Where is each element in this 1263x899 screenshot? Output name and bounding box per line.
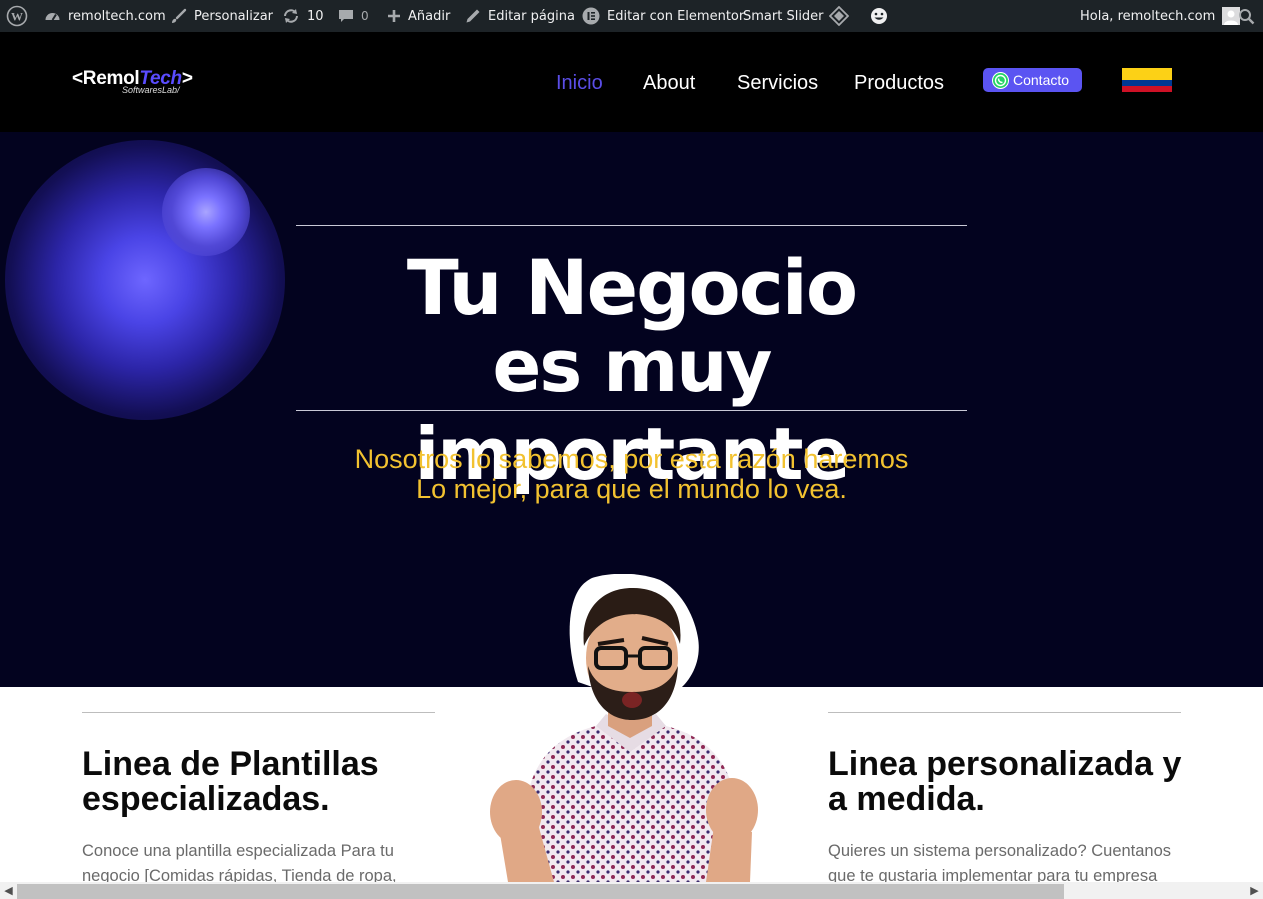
plus-icon — [387, 9, 401, 23]
right-column-divider — [828, 712, 1181, 713]
comment-icon — [338, 8, 354, 24]
right-title-line1: Linea personalizada y — [828, 745, 1182, 783]
comments-menu[interactable]: 0 — [338, 0, 369, 32]
horizontal-scrollbar[interactable]: ◀ ▶ — [0, 882, 1263, 899]
svg-text:W: W — [11, 10, 23, 24]
remoltech-logo[interactable]: <RemolTech> SoftwaresLab/ — [72, 68, 204, 98]
hero-divider-bottom — [296, 410, 967, 411]
wordpress-logo-icon[interactable]: W — [6, 0, 28, 32]
flag-stripe-yellow — [1122, 68, 1172, 80]
customize-label: Personalizar — [194, 8, 274, 24]
add-new-menu[interactable]: Añadir — [387, 0, 450, 32]
left-text-line2: negocio [Comidas rápidas, Tienda de ropa… — [82, 867, 397, 882]
dashboard-icon — [44, 8, 61, 25]
hero-divider-top — [296, 225, 967, 226]
flag-stripe-blue — [1122, 80, 1172, 86]
left-column-title: Linea de Plantillas especializadas. — [82, 747, 379, 817]
contact-label: Contacto — [1013, 72, 1070, 88]
hero-title-line1: Tu Negocio — [406, 243, 858, 332]
search-icon[interactable] — [1238, 0, 1255, 32]
elementor-icon — [582, 7, 600, 25]
flag-stripe-red — [1122, 86, 1172, 92]
updates-menu[interactable]: 10 — [282, 0, 324, 32]
nav-link-inicio[interactable]: Inicio — [556, 72, 603, 95]
hero-person-image — [480, 573, 780, 882]
brush-icon — [170, 8, 187, 25]
edit-page-menu[interactable]: Editar página — [465, 0, 575, 32]
wp-admin-bar: W remoltech.com Personalizar 10 0 Añadir — [0, 0, 1263, 32]
customize-menu[interactable]: Personalizar — [170, 0, 273, 32]
nav-link-productos[interactable]: Productos — [854, 72, 944, 95]
site-header: <RemolTech> SoftwaresLab/ Inicio About S… — [0, 32, 1263, 132]
decorative-orb-small — [162, 168, 250, 256]
site-name-menu[interactable]: remoltech.com — [44, 0, 166, 32]
right-title-line2: a medida. — [828, 780, 985, 818]
hero-subtitle-line2: Lo mejor, para que el mundo lo vea. — [416, 474, 847, 504]
edit-elementor-menu[interactable]: Editar con Elementor — [582, 0, 744, 32]
pencil-icon — [465, 8, 481, 24]
right-text-line1: Quieres un sistema personalizado? Cuenta… — [828, 842, 1172, 860]
updates-icon — [282, 7, 300, 25]
left-column-divider — [82, 712, 435, 713]
whatsapp-icon — [992, 71, 1009, 89]
face-plugin-icon[interactable] — [870, 0, 888, 32]
decorative-orb-large — [5, 140, 285, 420]
colombia-flag-icon[interactable] — [1122, 68, 1172, 92]
scroll-right-arrow-icon[interactable]: ▶ — [1246, 882, 1263, 899]
nav-link-about[interactable]: About — [643, 72, 695, 95]
edit-elementor-label: Editar con Elementor — [607, 8, 745, 24]
right-column-title: Linea personalizada y a medida. — [828, 747, 1181, 817]
logo-subtitle: SoftwaresLab/ — [122, 85, 180, 95]
site-name-label: remoltech.com — [68, 8, 166, 24]
smart-slider-label: Smart Slider — [743, 8, 824, 24]
left-text-line1: Conoce una plantilla especializada Para … — [82, 842, 394, 860]
nav-link-servicios[interactable]: Servicios — [737, 72, 818, 95]
scroll-left-arrow-icon[interactable]: ◀ — [0, 882, 17, 899]
my-account-menu[interactable]: Hola, remoltech.com — [1080, 0, 1241, 32]
left-title-line2: especializadas. — [82, 780, 330, 818]
scrollbar-thumb[interactable] — [17, 884, 1064, 899]
logo-text-close: > — [181, 68, 193, 89]
edit-page-label: Editar página — [488, 8, 575, 24]
contact-button[interactable]: Contacto — [983, 68, 1082, 92]
hero-subtitle-line1: Nosotros lo sabemos, por esta razón hare… — [354, 444, 909, 474]
left-column-text: Conoce una plantilla especializada Para … — [82, 839, 397, 882]
add-new-label: Añadir — [408, 8, 451, 24]
smart-slider-menu[interactable]: Smart Slider — [743, 0, 824, 32]
diamond-plugin-icon[interactable] — [829, 0, 849, 32]
updates-count: 10 — [307, 8, 324, 24]
right-column-text: Quieres un sistema personalizado? Cuenta… — [828, 839, 1171, 882]
right-text-line2: que te gustaria implementar para tu empr… — [828, 867, 1158, 882]
left-title-line1: Linea de Plantillas — [82, 745, 379, 783]
comments-count: 0 — [361, 9, 369, 23]
greeting-label: Hola, remoltech.com — [1080, 8, 1216, 24]
